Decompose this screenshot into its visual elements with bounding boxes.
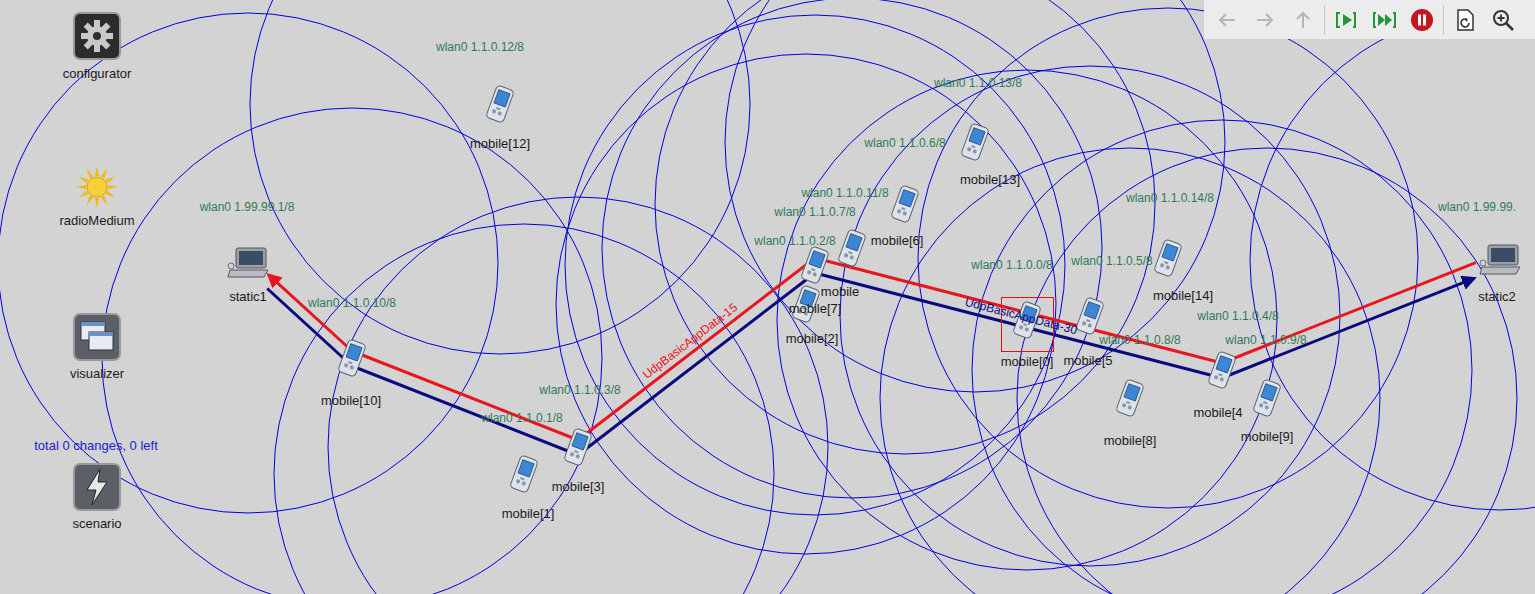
- range-circle: [1017, 148, 1517, 594]
- pda-icon[interactable]: [889, 185, 921, 223]
- node-label: mobile[1]: [502, 506, 555, 521]
- node-label: static2: [1478, 289, 1516, 304]
- node-label: mobile[5: [1063, 353, 1112, 368]
- toolbar-separator: [1324, 5, 1325, 35]
- node-label: mobile[14]: [1153, 288, 1213, 303]
- pda-icon[interactable]: [1114, 379, 1146, 417]
- interface-label: wlan0 1.1.0.4/8: [1197, 309, 1278, 323]
- node-label: mobile[7]: [789, 301, 842, 316]
- interface-label: wlan0 1.1.0.9/8: [1225, 333, 1306, 347]
- range-circle: [972, 120, 1472, 594]
- interface-label: wlan0 1.99.99.1/8: [200, 200, 295, 214]
- node-label: mobile[10]: [321, 393, 381, 408]
- pda-icon[interactable]: [959, 123, 991, 161]
- node-label: mobile[6]: [871, 233, 924, 248]
- node-label: mobile[2]: [786, 331, 839, 346]
- module-label: radioMedium: [59, 213, 134, 228]
- interface-label: wlan0 1.1.0.0/8: [971, 258, 1052, 272]
- forward-button: [1246, 2, 1284, 38]
- range-circle: [102, 108, 602, 594]
- pda-icon[interactable]: [1206, 351, 1238, 389]
- range-circle: [840, 66, 1340, 566]
- back-icon: [1216, 9, 1238, 31]
- interface-label: wlan0 1.1.0.13/8: [934, 76, 1022, 90]
- run-icon: [1371, 9, 1397, 31]
- interface-label: wlan0 1.1.0.14/8: [1126, 191, 1214, 205]
- laptop-icon[interactable]: [224, 246, 272, 280]
- range-circle: [602, 0, 1102, 498]
- interface-label: wlan0 1.1.0.5/8: [1071, 254, 1152, 268]
- interface-label: wlan0 1.1.0.3/8: [539, 383, 620, 397]
- zoom-icon: [1491, 8, 1515, 32]
- module-label: configurator: [63, 66, 132, 81]
- up-icon: [1292, 9, 1314, 31]
- interface-label: wlan0 1.1.0.12/8: [436, 40, 524, 54]
- node-label: mobile[4: [1193, 405, 1242, 420]
- node-label: mobile[3]: [552, 479, 605, 494]
- toolbar-separator: [1443, 5, 1444, 35]
- module-label: visualizer: [70, 366, 124, 381]
- interface-label: wlan0 1.1.0.11/8: [801, 186, 888, 200]
- pda-icon[interactable]: [484, 85, 516, 123]
- rebuild-button[interactable]: [1446, 2, 1484, 38]
- laptop-icon[interactable]: [1476, 243, 1524, 277]
- toolbar: [1204, 0, 1535, 39]
- sun-icon[interactable]: [74, 164, 120, 210]
- pda-icon[interactable]: [799, 246, 831, 284]
- node-label: mobile: [821, 284, 859, 299]
- windows-icon[interactable]: [73, 313, 121, 361]
- up-button: [1284, 2, 1322, 38]
- pda-icon[interactable]: [562, 428, 594, 466]
- module-label: scenario: [72, 516, 121, 531]
- pda-icon[interactable]: [836, 229, 868, 267]
- node-label: mobile[13]: [960, 172, 1020, 187]
- pda-icon[interactable]: [336, 339, 368, 377]
- pda-icon[interactable]: [508, 455, 540, 493]
- bolt-icon[interactable]: [73, 463, 121, 511]
- range-circle: [0, 13, 498, 513]
- interface-label: wlan0 1.1.0.6/8: [864, 136, 945, 150]
- pda-icon[interactable]: [1251, 379, 1283, 417]
- range-circle: [274, 224, 774, 594]
- interface-label: wlan0 1.1.0.7/8: [774, 205, 855, 219]
- route-path: [267, 273, 1474, 455]
- node-label: mobile[0]: [1001, 354, 1054, 369]
- interface-label: wlan0 1.99.99.: [1438, 200, 1516, 214]
- back-button: [1208, 2, 1246, 38]
- pda-icon[interactable]: [1074, 297, 1106, 335]
- interface-label: wlan0 1.1.0.8/8: [1099, 333, 1180, 347]
- forward-icon: [1254, 9, 1276, 31]
- range-circle: [918, 8, 1418, 508]
- interface-label: wlan0 1.1.0.1/8: [481, 411, 562, 425]
- node-label: mobile[9]: [1241, 429, 1294, 444]
- node-label: mobile[8]: [1104, 433, 1157, 448]
- step-icon: [1334, 9, 1358, 31]
- node-label: static1: [229, 289, 267, 304]
- zoom-button[interactable]: [1484, 2, 1522, 38]
- run-button[interactable]: [1365, 2, 1403, 38]
- step-button[interactable]: [1327, 2, 1365, 38]
- interface-label: wlan0 1.1.0.10/8: [308, 296, 396, 310]
- interface-label: wlan0 1.1.0.2/8: [754, 234, 835, 248]
- stop-icon: [1410, 8, 1434, 32]
- scenario-status: total 0 changes, 0 left: [34, 438, 158, 453]
- network-canvas: configurator radioMedium visualizer scenari…: [0, 0, 1535, 594]
- range-circle: [880, 148, 1380, 594]
- pda-icon[interactable]: [1152, 239, 1184, 277]
- range-circle: [565, 15, 1065, 515]
- range-circle: [655, 0, 1155, 454]
- stop-button[interactable]: [1403, 2, 1441, 38]
- gear-icon[interactable]: [73, 12, 121, 60]
- rebuild-icon: [1454, 8, 1476, 32]
- node-label: mobile[12]: [470, 136, 530, 151]
